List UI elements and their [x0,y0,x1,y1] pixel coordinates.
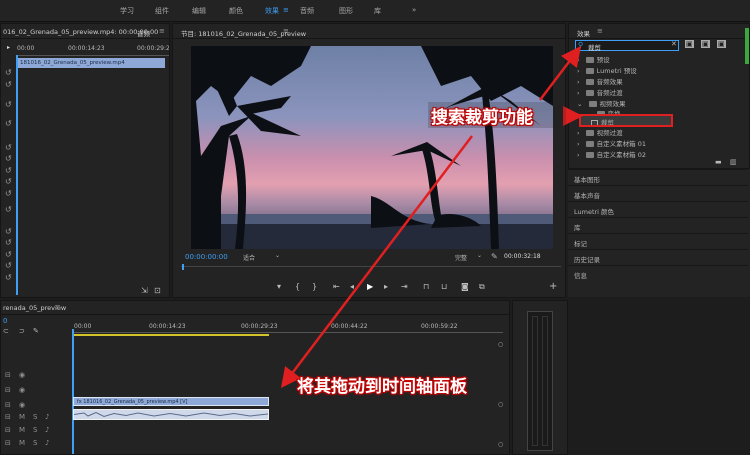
annotation-search: 搜索裁剪功能 [431,108,533,128]
annotation-drag: 将其拖动到时间轴面板 [297,377,467,397]
